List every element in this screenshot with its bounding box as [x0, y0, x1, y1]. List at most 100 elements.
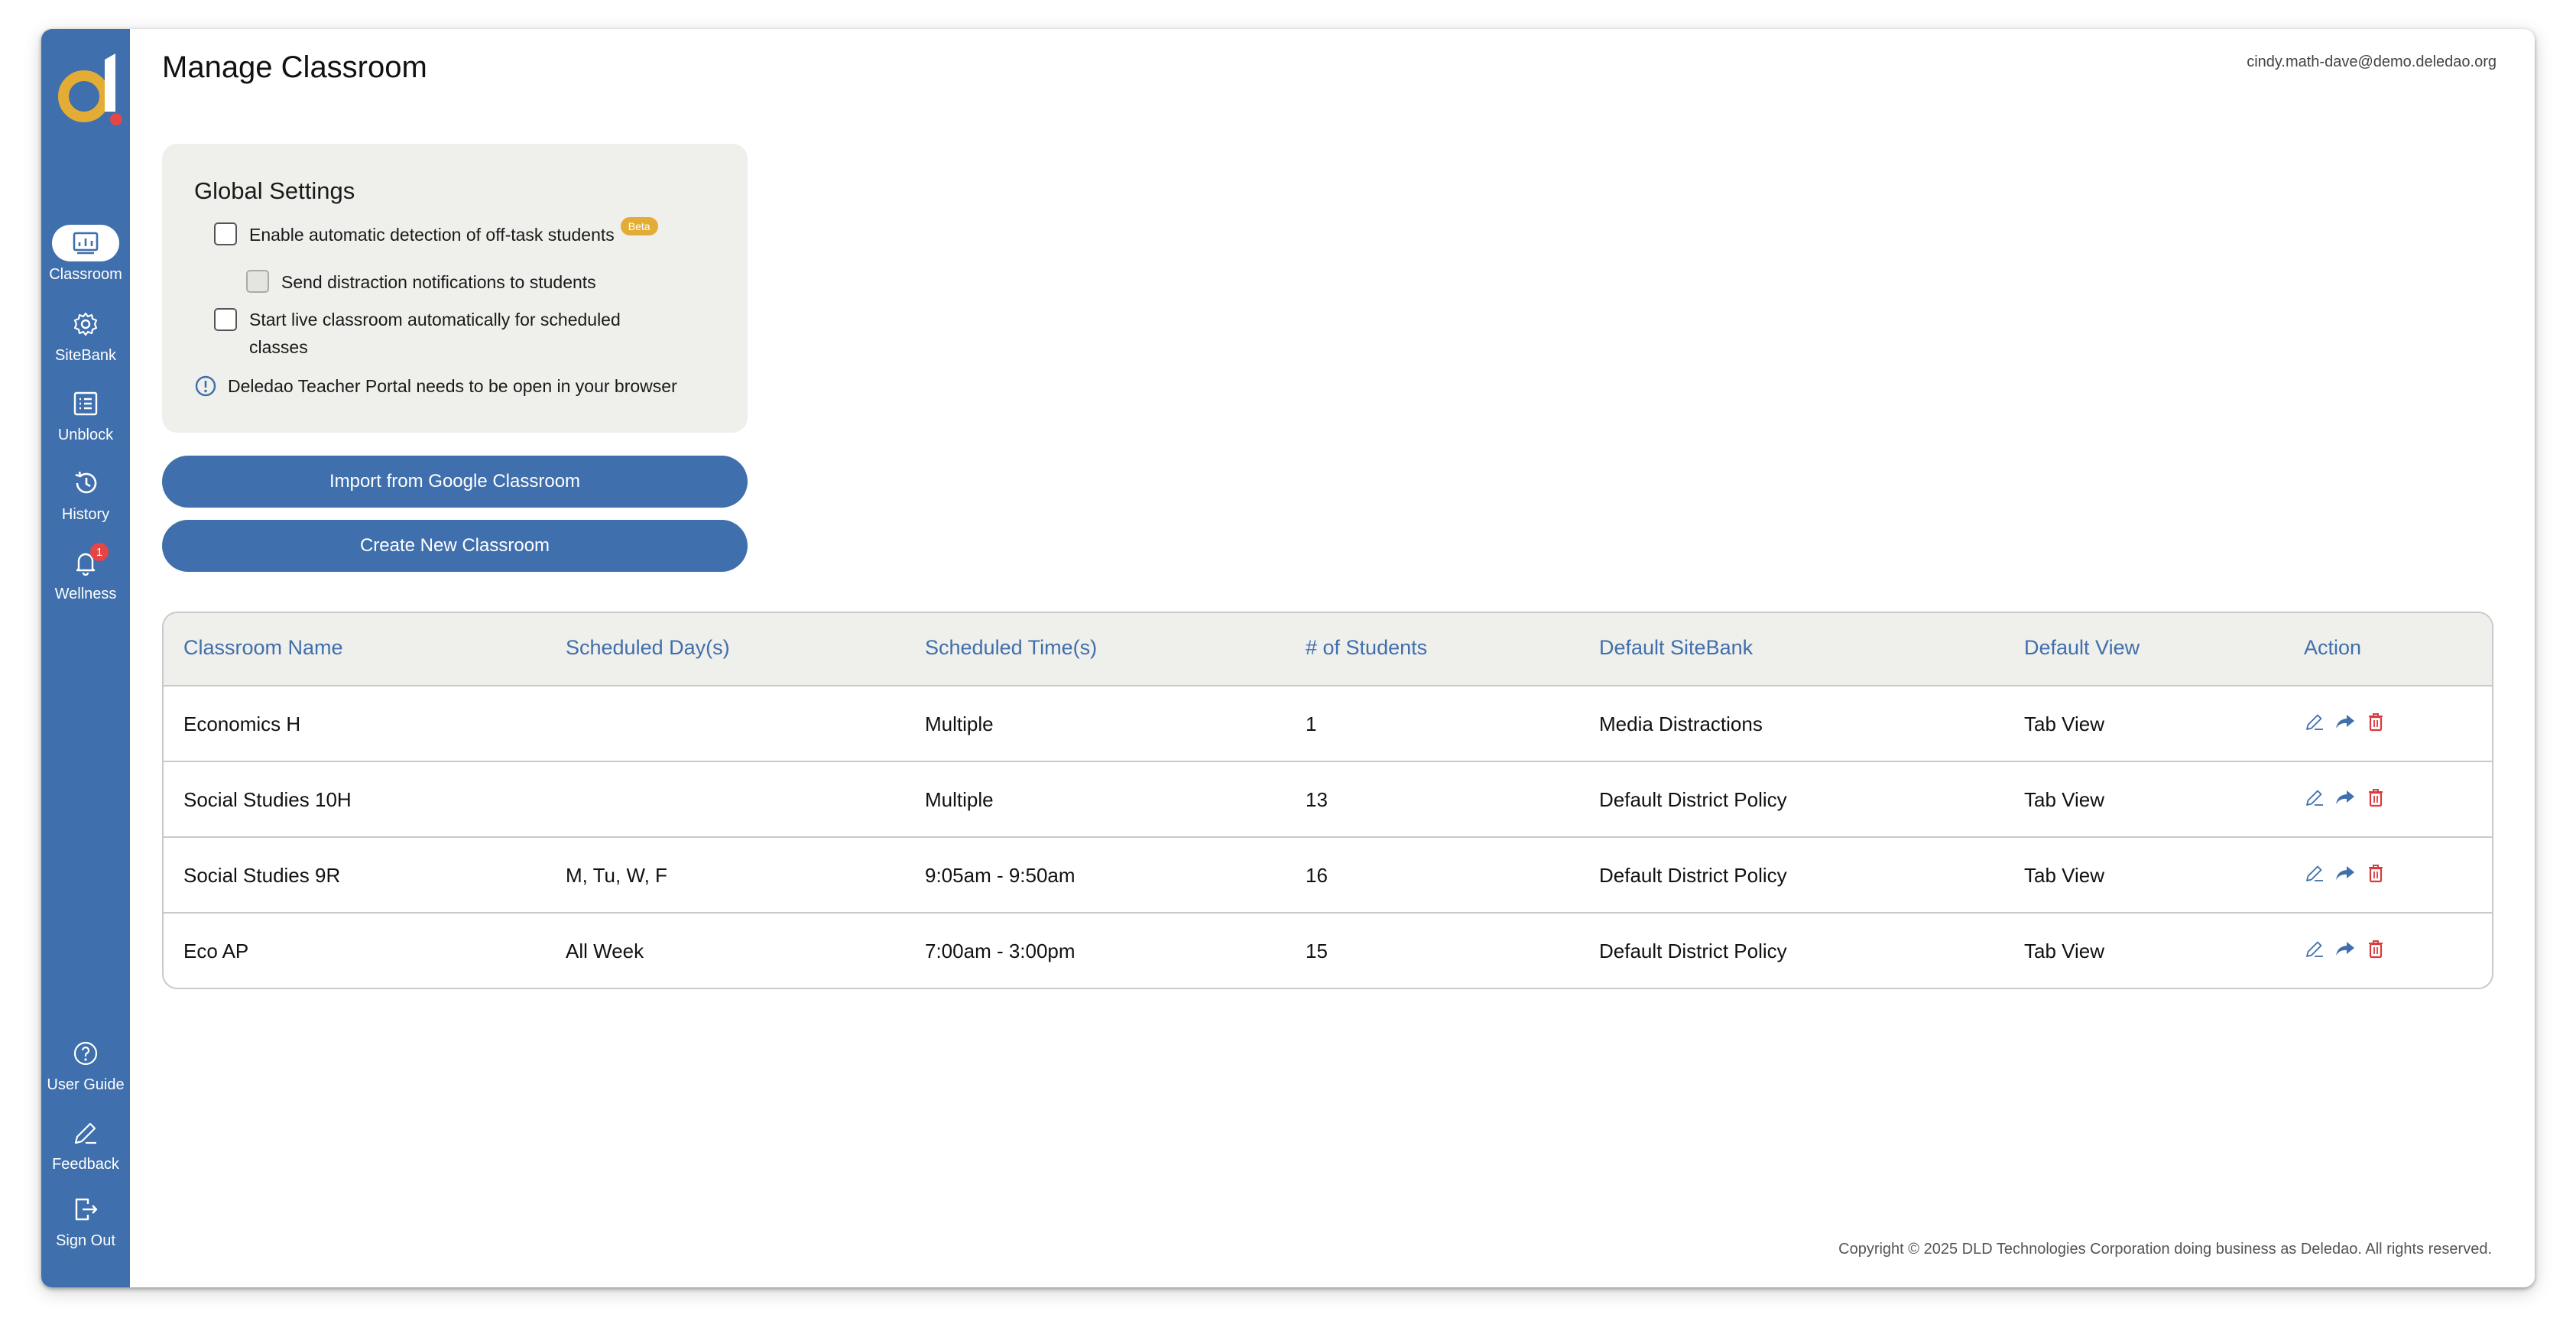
- user-email: cindy.math-dave@demo.deledao.org: [2247, 54, 2497, 70]
- sign-out-icon: [52, 1191, 119, 1228]
- col-header-sitebank[interactable]: Default SiteBank: [1599, 636, 1753, 660]
- row-actions: [2304, 862, 2386, 884]
- detect-off-task-checkbox[interactable]: [214, 222, 237, 245]
- share-icon[interactable]: [2334, 787, 2356, 808]
- deledao-logo: [50, 49, 122, 125]
- col-header-view[interactable]: Default View: [2024, 636, 2140, 660]
- edit-icon[interactable]: [2304, 787, 2325, 808]
- sidebar-item-history[interactable]: History: [41, 465, 130, 538]
- cell-sitebank: Media Distractions: [1599, 712, 1763, 735]
- sidebar-item-label: User Guide: [47, 1076, 125, 1093]
- table-header: Classroom Name Scheduled Day(s) Schedule…: [164, 613, 2492, 686]
- table-row[interactable]: Social Studies 10H Multiple 13 Default D…: [164, 762, 2492, 838]
- sidebar-item-label: SiteBank: [54, 347, 117, 364]
- copyright-text: Copyright © 2025 DLD Technologies Corpor…: [1838, 1241, 2492, 1258]
- table-row[interactable]: Eco AP All Week 7:00am - 3:00pm 15 Defau…: [164, 914, 2492, 988]
- cell-name: Eco AP: [183, 940, 249, 962]
- create-classroom-button[interactable]: Create New Classroom: [162, 520, 748, 572]
- import-google-classroom-button[interactable]: Import from Google Classroom: [162, 456, 748, 508]
- auto-live-checkbox[interactable]: [214, 308, 237, 331]
- settings-title: Global Settings: [194, 177, 355, 204]
- classroom-table: Classroom Name Scheduled Day(s) Schedule…: [162, 612, 2493, 989]
- sidebar-item-label: Feedback: [52, 1156, 119, 1173]
- auto-live-option: Start live classroom automatically for s…: [214, 308, 621, 361]
- notification-badge: 1: [90, 543, 109, 561]
- delete-icon[interactable]: [2365, 787, 2386, 808]
- sidebar-item-sitebank[interactable]: SiteBank: [41, 306, 130, 379]
- cell-name: Economics H: [183, 712, 301, 735]
- cell-times: Multiple: [925, 712, 994, 735]
- sidebar-item-sign-out[interactable]: Sign Out: [41, 1191, 130, 1264]
- sidebar-item-feedback[interactable]: Feedback: [41, 1115, 130, 1188]
- cell-students: 1: [1306, 712, 1317, 735]
- sidebar-item-label: Sign Out: [56, 1232, 115, 1249]
- cell-view: Tab View: [2024, 940, 2105, 962]
- classroom-icon: [52, 225, 119, 261]
- sidebar-item-wellness[interactable]: 1 Wellness: [41, 543, 130, 618]
- sidebar: Classroom SiteBank Unblock History 1 Wel…: [41, 29, 130, 1287]
- edit-icon[interactable]: [2304, 938, 2325, 959]
- cell-days: All Week: [566, 940, 644, 962]
- cell-times: Multiple: [925, 788, 994, 811]
- sidebar-item-classroom[interactable]: Classroom: [41, 225, 130, 298]
- col-header-days[interactable]: Scheduled Day(s): [566, 636, 730, 660]
- detect-off-task-option: Enable automatic detection of off-task s…: [214, 217, 658, 245]
- row-actions: [2304, 787, 2386, 808]
- cell-sitebank: Default District Policy: [1599, 864, 1787, 887]
- beta-badge: Beta: [620, 217, 658, 235]
- col-header-name[interactable]: Classroom Name: [183, 636, 343, 660]
- history-icon: [52, 465, 119, 501]
- distraction-notify-label: Send distraction notifications to studen…: [281, 272, 596, 292]
- detect-off-task-label: Enable automatic detection of off-task s…: [249, 225, 615, 245]
- sidebar-item-label: Unblock: [57, 427, 114, 443]
- cell-students: 15: [1306, 940, 1328, 962]
- row-actions: [2304, 711, 2386, 732]
- info-text: Deledao Teacher Portal needs to be open …: [228, 375, 677, 396]
- sidebar-item-label: History: [61, 506, 110, 523]
- cell-students: 13: [1306, 788, 1328, 811]
- sidebar-item-label: Classroom: [49, 266, 122, 283]
- share-icon[interactable]: [2334, 938, 2356, 959]
- share-icon[interactable]: [2334, 862, 2356, 884]
- gear-icon: [52, 306, 119, 342]
- cell-sitebank: Default District Policy: [1599, 788, 1787, 811]
- sidebar-item-label: Wellness: [54, 586, 117, 602]
- cell-view: Tab View: [2024, 788, 2105, 811]
- cell-view: Tab View: [2024, 712, 2105, 735]
- cell-students: 16: [1306, 864, 1328, 887]
- pencil-icon: [52, 1115, 119, 1151]
- edit-icon[interactable]: [2304, 862, 2325, 884]
- help-icon: [52, 1035, 119, 1072]
- cell-view: Tab View: [2024, 864, 2105, 887]
- table-row[interactable]: Economics H Multiple 1 Media Distraction…: [164, 686, 2492, 762]
- sidebar-item-unblock[interactable]: Unblock: [41, 385, 130, 459]
- info-note: Deledao Teacher Portal needs to be open …: [194, 375, 677, 398]
- col-header-times[interactable]: Scheduled Time(s): [925, 636, 1097, 660]
- sidebar-item-user-guide[interactable]: User Guide: [41, 1035, 130, 1108]
- row-actions: [2304, 938, 2386, 959]
- cell-times: 9:05am - 9:50am: [925, 864, 1075, 887]
- global-settings-card: Global Settings Enable automatic detecti…: [162, 144, 748, 433]
- bell-icon: 1: [52, 543, 119, 581]
- distraction-notify-option: Send distraction notifications to studen…: [246, 270, 596, 293]
- list-icon: [52, 385, 119, 422]
- app-window: Classroom SiteBank Unblock History 1 Wel…: [41, 29, 2535, 1287]
- delete-icon[interactable]: [2365, 938, 2386, 959]
- share-icon[interactable]: [2334, 711, 2356, 732]
- distraction-notify-checkbox[interactable]: [246, 270, 269, 293]
- edit-icon[interactable]: [2304, 711, 2325, 732]
- cell-days: M, Tu, W, F: [566, 864, 667, 887]
- auto-live-label-line2: classes: [249, 337, 308, 357]
- cell-name: Social Studies 9R: [183, 864, 341, 887]
- delete-icon[interactable]: [2365, 862, 2386, 884]
- cell-sitebank: Default District Policy: [1599, 940, 1787, 962]
- info-icon: [195, 375, 216, 397]
- col-header-action: Action: [2304, 636, 2362, 659]
- delete-icon[interactable]: [2365, 711, 2386, 732]
- auto-live-label: Start live classroom automatically for s…: [249, 306, 621, 361]
- page-title: Manage Classroom: [162, 50, 427, 84]
- auto-live-label-line1: Start live classroom automatically for s…: [249, 310, 621, 329]
- col-header-students[interactable]: # of Students: [1306, 636, 1427, 660]
- table-row[interactable]: Social Studies 9R M, Tu, W, F 9:05am - 9…: [164, 838, 2492, 914]
- cell-times: 7:00am - 3:00pm: [925, 940, 1075, 962]
